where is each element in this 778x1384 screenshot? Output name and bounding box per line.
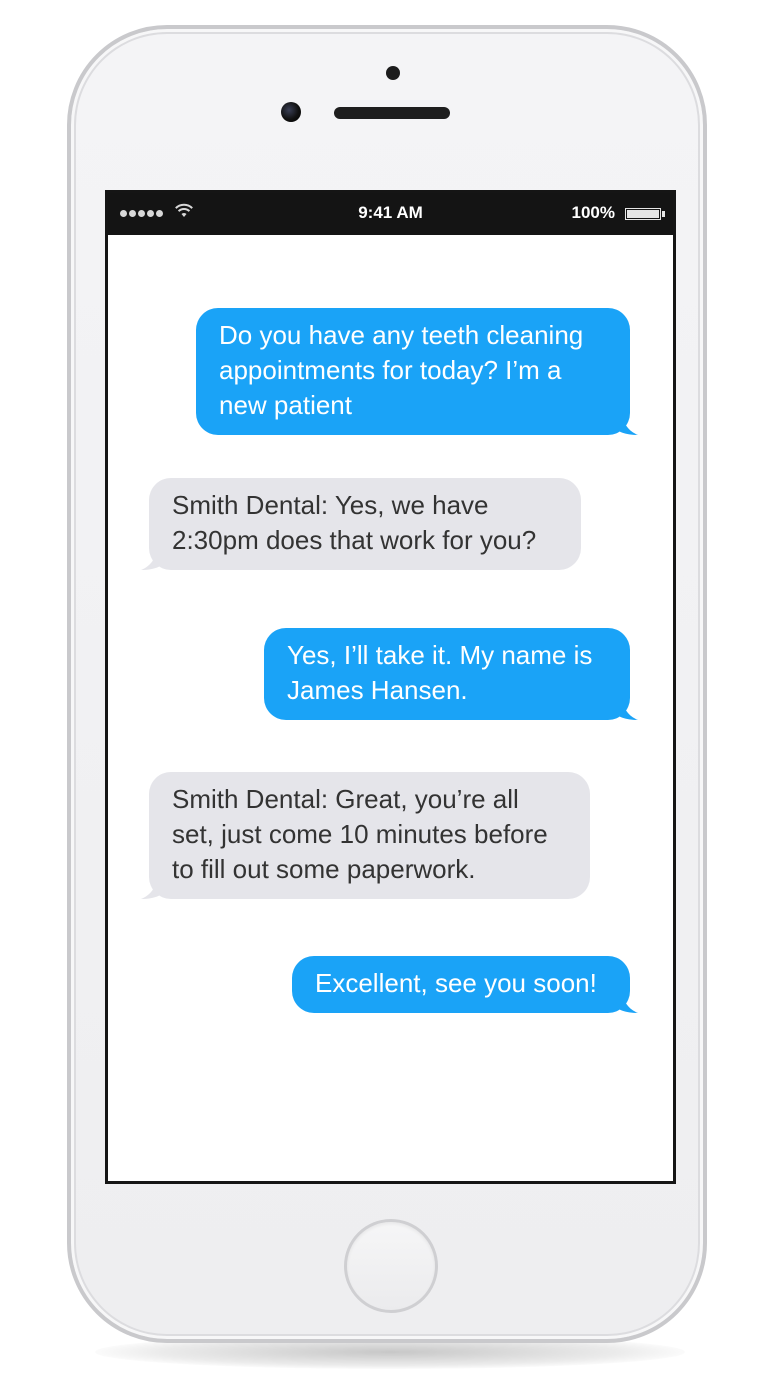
- bubble-tail: [612, 698, 638, 720]
- message-text: Do you have any teeth cleaning appointme…: [219, 320, 584, 420]
- bubble-tail: [141, 877, 167, 899]
- message-text: Smith Dental: Great, you’re all set, jus…: [172, 784, 548, 884]
- battery-percentage: 100%: [571, 203, 615, 222]
- battery-icon: [625, 208, 661, 220]
- status-bar: 9:41 AM 100%: [108, 193, 673, 235]
- message-bubble-outgoing[interactable]: Excellent, see you soon!: [292, 956, 638, 1013]
- battery-fill: [627, 210, 659, 218]
- message-bubble-outgoing[interactable]: Do you have any teeth cleaning appointme…: [196, 308, 638, 435]
- message-bubble-incoming[interactable]: Smith Dental: Great, you’re all set, jus…: [141, 772, 590, 899]
- message-text: Excellent, see you soon!: [315, 968, 597, 998]
- bubble-tail: [612, 991, 638, 1013]
- earpiece-speaker: [334, 107, 450, 119]
- front-camera-icon: [281, 102, 301, 122]
- phone-body: 9:41 AM 100% Do you have any teeth clean…: [67, 25, 707, 1343]
- message-text: Yes, I’ll take it. My name is James Hans…: [287, 640, 593, 705]
- bubble-tail: [141, 548, 167, 570]
- home-button[interactable]: [344, 1219, 438, 1313]
- message-text: Smith Dental: Yes, we have 2:30pm does t…: [172, 490, 537, 555]
- message-bubble-incoming[interactable]: Smith Dental: Yes, we have 2:30pm does t…: [141, 478, 581, 570]
- bubble-tail: [612, 413, 638, 435]
- message-bubble-outgoing[interactable]: Yes, I’ll take it. My name is James Hans…: [264, 628, 638, 720]
- battery-tip: [662, 211, 665, 217]
- screen: 9:41 AM 100% Do you have any teeth clean…: [105, 190, 676, 1184]
- proximity-sensor: [386, 66, 400, 80]
- phone-mockup: 9:41 AM 100% Do you have any teeth clean…: [0, 0, 778, 1384]
